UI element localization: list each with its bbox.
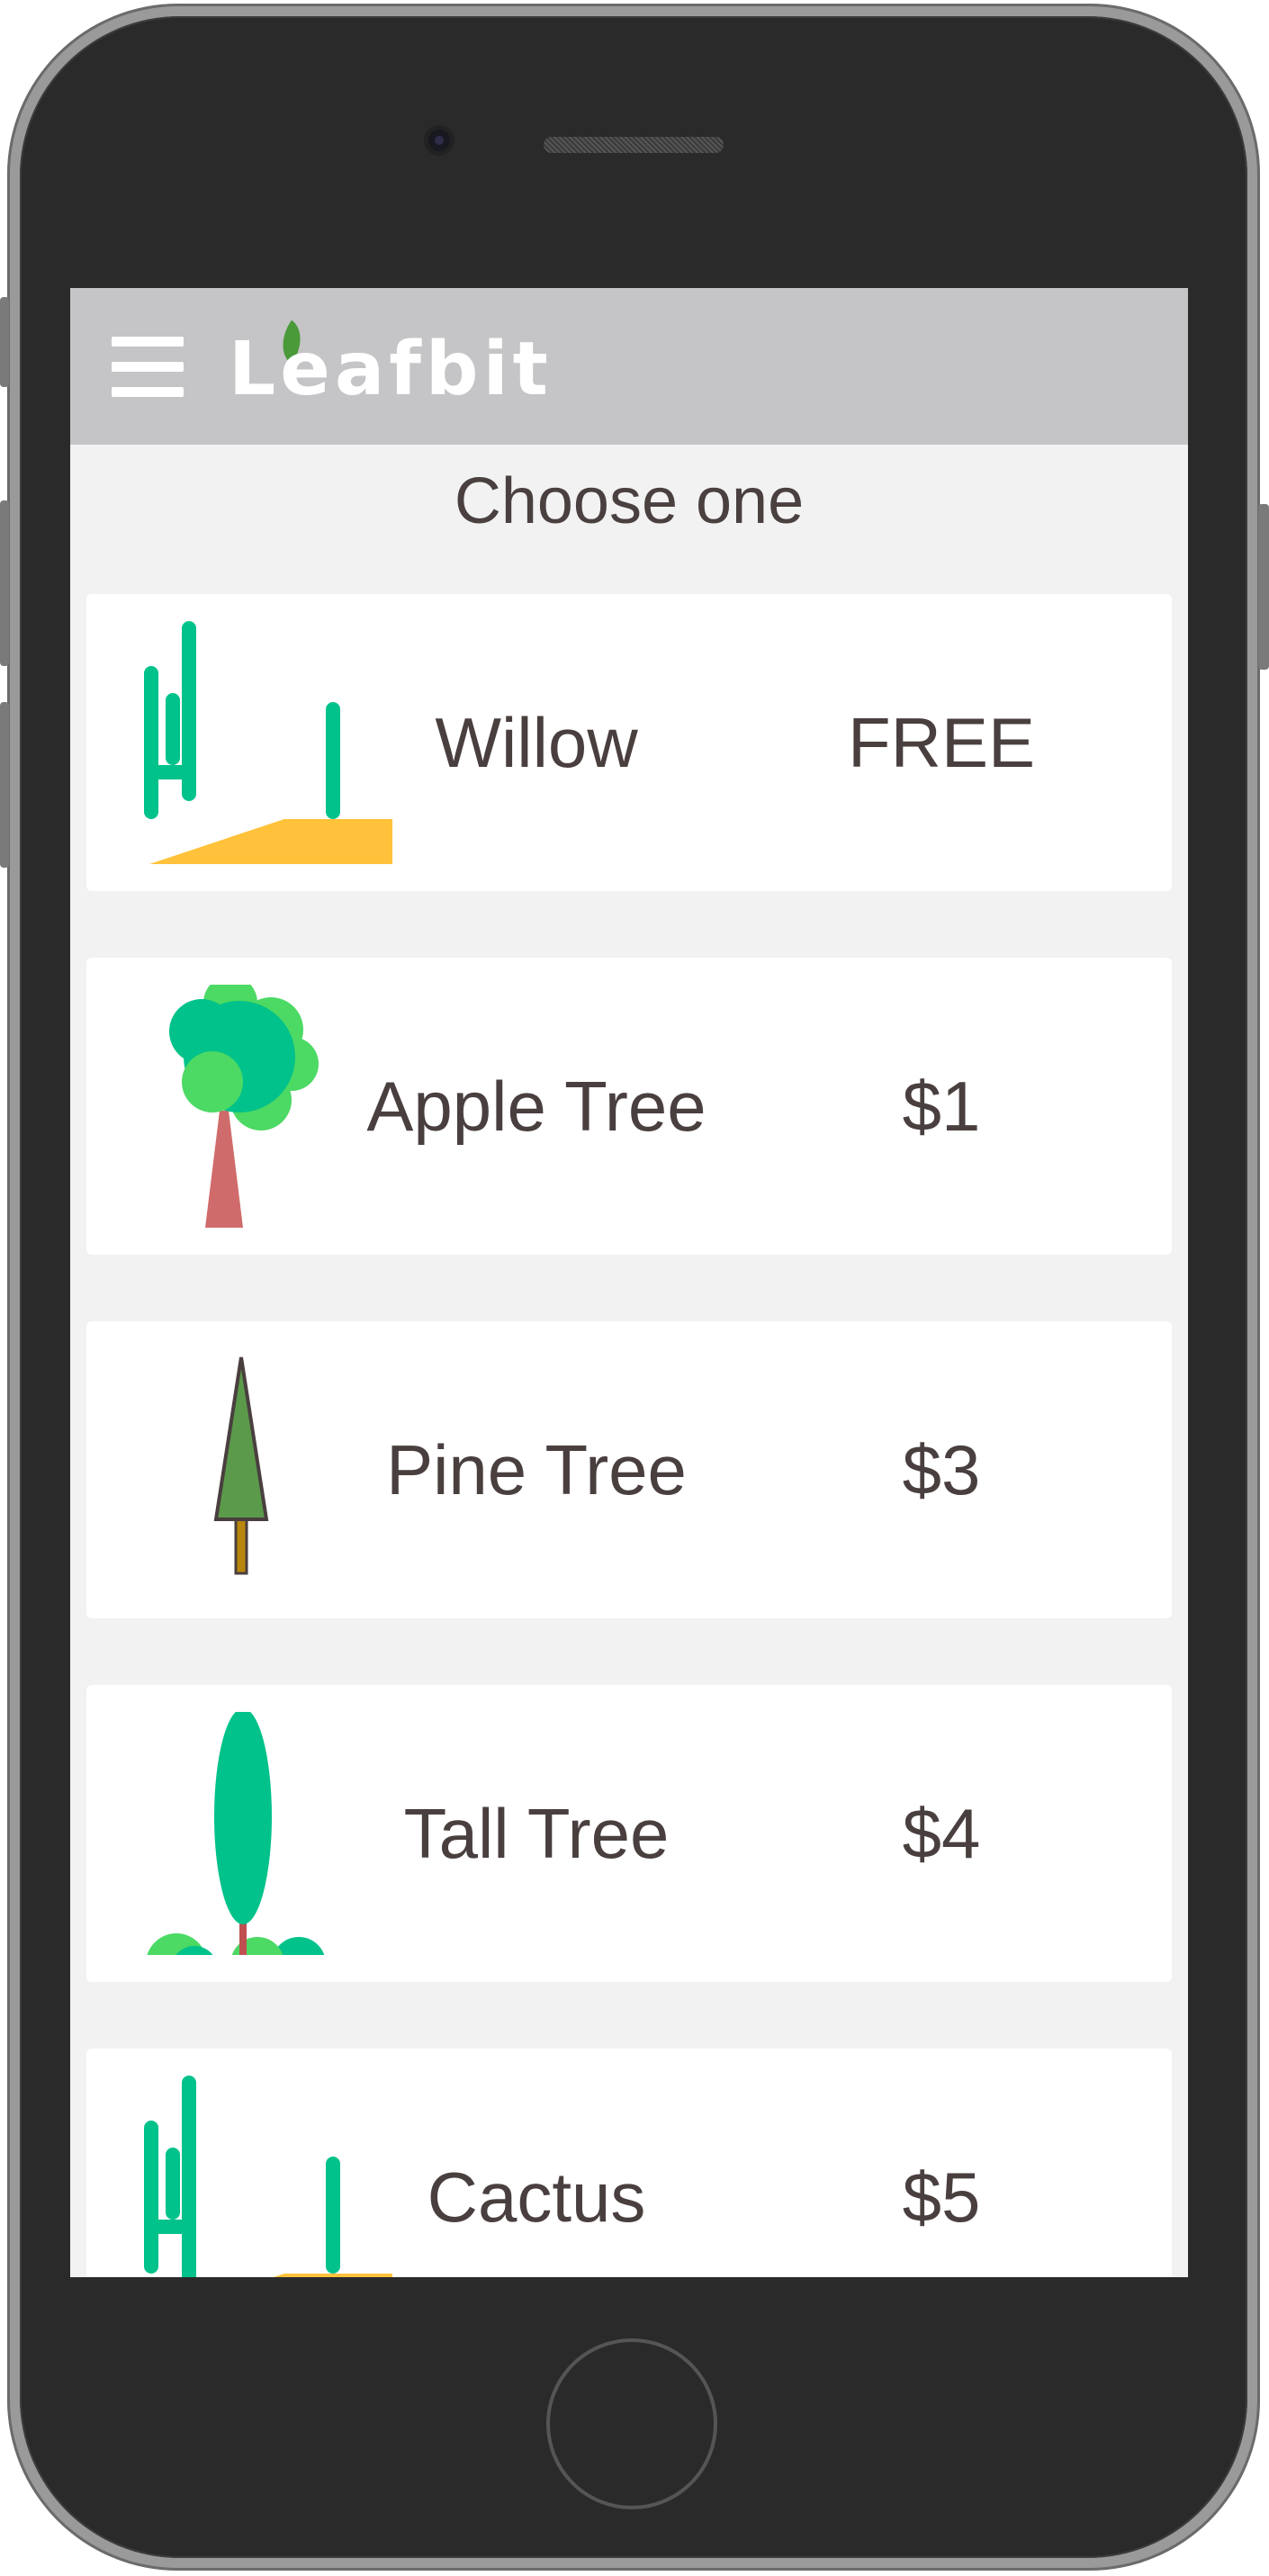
item-price: $3: [902, 1430, 981, 1509]
list-item-pine-tree[interactable]: Pine Tree $3: [86, 1321, 1172, 1618]
side-button-volume-down: [0, 702, 9, 868]
side-button-power: [1258, 504, 1269, 670]
list-item-cactus[interactable]: Cactus $5: [86, 2049, 1172, 2277]
app-screen: Leafbit Choose one Willow Tree FREE Appl…: [70, 288, 1188, 2277]
item-name: Apple Tree: [366, 1067, 706, 1146]
earpiece-speaker: [544, 137, 724, 153]
item-price: $1: [902, 1067, 981, 1146]
desert-cactus-icon: [144, 621, 392, 864]
item-name: Tall Tree: [403, 1794, 670, 1873]
list-item-apple-tree[interactable]: Apple Tree $1: [86, 958, 1172, 1255]
item-name: Pine Tree: [386, 1430, 687, 1509]
home-button[interactable]: [546, 2338, 717, 2509]
page-title: Choose one: [454, 465, 805, 537]
item-price: $4: [902, 1794, 981, 1873]
list-item-willow-tree[interactable]: Willow Tree FREE: [86, 594, 1172, 1079]
app-logo: Leafbit: [229, 327, 553, 412]
side-button-mute: [0, 297, 9, 387]
item-name: Cactus: [427, 2157, 646, 2237]
list-item-tall-tree[interactable]: Tall Tree $4: [86, 1685, 1172, 1982]
pine-tree-icon: [213, 1356, 269, 1575]
top-bar: Leafbit: [70, 288, 1188, 445]
cactus-icon: [144, 2076, 392, 2277]
front-camera: [428, 130, 450, 151]
round-tree-icon: [169, 985, 319, 1228]
item-name: Willow Tree: [435, 703, 638, 1079]
tall-tree-icon: [147, 1712, 325, 1955]
item-price: $5: [902, 2157, 981, 2237]
item-price: FREE: [847, 703, 1036, 782]
side-button-volume-up: [0, 500, 9, 666]
hamburger-icon[interactable]: [112, 337, 184, 398]
